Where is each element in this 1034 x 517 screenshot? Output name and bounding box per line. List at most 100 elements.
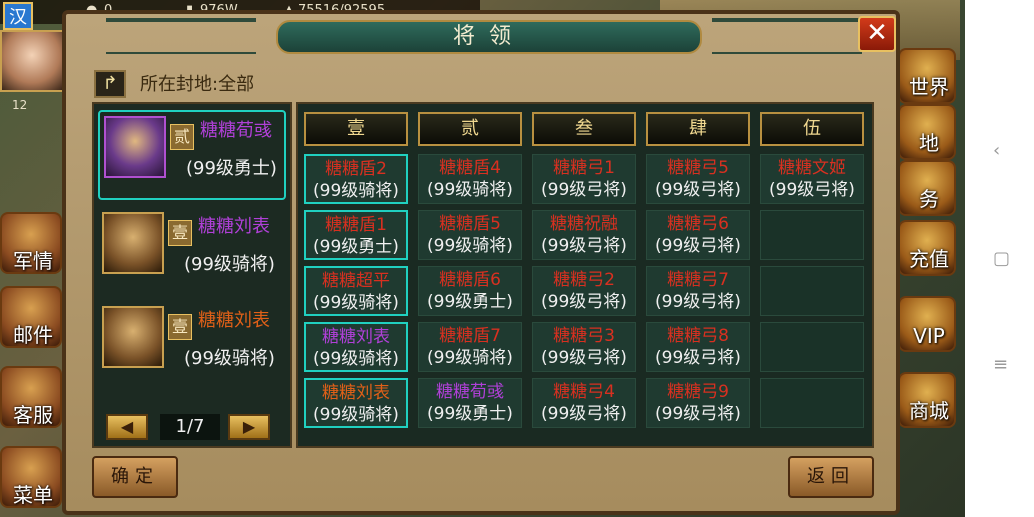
column-header-4: 肆 bbox=[646, 112, 750, 146]
military-info-button[interactable]: 军情 bbox=[0, 212, 62, 274]
recharge-label: 充值 bbox=[909, 247, 949, 271]
shop-button[interactable]: 商城 bbox=[898, 372, 956, 428]
formation-slot[interactable]: 糖糖盾1 (99级勇士) bbox=[304, 210, 408, 260]
player-level: 12 bbox=[12, 98, 28, 112]
formation-slot[interactable]: 糖糖刘表 (99级骑将) bbox=[304, 378, 408, 428]
rank-badge: 壹 bbox=[168, 220, 192, 246]
slot-general-level: (99级弓将) bbox=[541, 180, 627, 200]
fief-filter-label[interactable]: 所在封地:全部 bbox=[140, 70, 254, 96]
slot-general-name: 糖糖超平 bbox=[322, 271, 390, 291]
slot-general-level: (99级弓将) bbox=[541, 292, 627, 312]
page-indicator: 1/7 bbox=[160, 414, 220, 440]
formation-slot[interactable]: 糖糖弓4 (99级弓将) bbox=[532, 378, 636, 428]
formation-slot[interactable]: 糖糖祝融 (99级弓将) bbox=[532, 210, 636, 260]
slot-general-level: (99级勇士) bbox=[313, 237, 399, 257]
general-level: (99级骑将) bbox=[184, 254, 275, 275]
slot-general-name: 糖糖盾4 bbox=[439, 158, 501, 178]
mail-button[interactable]: 邮件 bbox=[0, 286, 62, 348]
formation-slot[interactable]: 糖糖弓7 (99级弓将) bbox=[646, 266, 750, 316]
nav-home-icon[interactable]: ▢ bbox=[993, 248, 1010, 269]
slot-general-level: (99级骑将) bbox=[427, 236, 513, 256]
prev-page-button[interactable]: ◀ bbox=[106, 414, 148, 440]
slot-general-name: 糖糖文姬 bbox=[778, 158, 846, 178]
slot-general-level: (99级弓将) bbox=[655, 236, 741, 256]
title-decoration-left bbox=[106, 18, 256, 54]
dialog-title: 将领 bbox=[276, 20, 702, 54]
formation-slot[interactable]: 糖糖盾7 (99级骑将) bbox=[418, 322, 522, 372]
territory-label: 地 bbox=[919, 131, 939, 155]
quest-label: 务 bbox=[919, 187, 939, 211]
military-info-label: 军情 bbox=[13, 249, 53, 273]
next-page-button[interactable]: ▶ bbox=[228, 414, 270, 440]
slot-general-name: 糖糖弓2 bbox=[553, 270, 615, 290]
formation-slot[interactable]: 糖糖盾5 (99级骑将) bbox=[418, 210, 522, 260]
menu-button[interactable]: 菜单 bbox=[0, 446, 62, 508]
column-header-2: 贰 bbox=[418, 112, 522, 146]
slot-general-name: 糖糖弓4 bbox=[553, 382, 615, 402]
general-portrait bbox=[102, 306, 164, 368]
slot-general-level: (99级勇士) bbox=[427, 404, 513, 424]
recharge-button[interactable]: 充值 bbox=[898, 220, 956, 276]
shop-label: 商城 bbox=[909, 399, 949, 423]
mail-label: 邮件 bbox=[13, 323, 53, 347]
general-level: (99级勇士) bbox=[186, 158, 277, 179]
formation-grid: 壹 贰 叁 肆 伍 糖糖盾2 (99级骑将) 糖糖盾4 (99级骑将) 糖糖弓1 (99级… bbox=[296, 102, 874, 448]
formation-slot[interactable]: 糖糖荀彧 (99级勇士) bbox=[418, 378, 522, 428]
slot-general-name: 糖糖弓9 bbox=[667, 382, 729, 402]
slot-general-name: 糖糖荀彧 bbox=[436, 382, 504, 402]
quest-button[interactable]: 务 bbox=[898, 160, 956, 216]
general-row[interactable]: 壹 糖糖刘表 (99级骑将) bbox=[98, 208, 286, 298]
nav-recents-icon[interactable]: ≡ bbox=[993, 354, 1008, 375]
general-row[interactable]: 壹 糖糖刘表 (99级骑将) bbox=[98, 302, 286, 392]
slot-general-level: (99级骑将) bbox=[313, 293, 399, 313]
formation-slot[interactable]: 糖糖弓9 (99级弓将) bbox=[646, 378, 750, 428]
formation-slot-empty[interactable] bbox=[760, 266, 864, 316]
slot-general-name: 糖糖盾7 bbox=[439, 326, 501, 346]
nav-back-icon[interactable]: ‹ bbox=[993, 140, 1000, 161]
slot-general-name: 糖糖弓5 bbox=[667, 158, 729, 178]
formation-slot[interactable]: 糖糖弓5 (99级弓将) bbox=[646, 154, 750, 204]
slot-general-level: (99级骑将) bbox=[427, 348, 513, 368]
slot-general-level: (99级勇士) bbox=[427, 292, 513, 312]
formation-slot[interactable]: 糖糖弓3 (99级弓将) bbox=[532, 322, 636, 372]
back-arrow-icon[interactable]: ↱ bbox=[94, 70, 126, 98]
formation-slot-empty[interactable] bbox=[760, 378, 864, 428]
world-button[interactable]: 世界 bbox=[898, 48, 956, 104]
column-header-1: 壹 bbox=[304, 112, 408, 146]
slot-general-level: (99级弓将) bbox=[655, 292, 741, 312]
territory-button[interactable]: 地 bbox=[898, 104, 956, 160]
vip-button[interactable]: VIP bbox=[898, 296, 956, 352]
confirm-button[interactable]: 确定 bbox=[92, 456, 178, 498]
formation-slot[interactable]: 糖糖超平 (99级骑将) bbox=[304, 266, 408, 316]
general-name: 糖糖刘表 bbox=[198, 310, 270, 331]
general-portrait bbox=[104, 116, 166, 178]
slot-general-name: 糖糖刘表 bbox=[322, 383, 390, 403]
formation-slot[interactable]: 糖糖弓1 (99级弓将) bbox=[532, 154, 636, 204]
formation-slot-empty[interactable] bbox=[760, 322, 864, 372]
slot-general-level: (99级骑将) bbox=[313, 405, 399, 425]
close-button[interactable]: ✕ bbox=[858, 16, 896, 52]
formation-slot[interactable]: 糖糖弓8 (99级弓将) bbox=[646, 322, 750, 372]
rank-badge: 壹 bbox=[168, 314, 192, 340]
formation-slot-empty[interactable] bbox=[760, 210, 864, 260]
slot-general-name: 糖糖盾5 bbox=[439, 214, 501, 234]
general-name: 糖糖荀彧 bbox=[200, 120, 272, 141]
column-header-3: 叁 bbox=[532, 112, 636, 146]
slot-general-name: 糖糖弓8 bbox=[667, 326, 729, 346]
general-row[interactable]: 贰 糖糖荀彧 (99级勇士) bbox=[98, 110, 286, 200]
customer-service-button[interactable]: 客服 bbox=[0, 366, 62, 428]
slot-general-level: (99级弓将) bbox=[655, 180, 741, 200]
formation-slot[interactable]: 糖糖盾4 (99级骑将) bbox=[418, 154, 522, 204]
formation-slot[interactable]: 糖糖盾2 (99级骑将) bbox=[304, 154, 408, 204]
formation-slot[interactable]: 糖糖盾6 (99级勇士) bbox=[418, 266, 522, 316]
vip-label: VIP bbox=[913, 324, 945, 348]
return-button[interactable]: 返回 bbox=[788, 456, 874, 498]
slot-general-level: (99级骑将) bbox=[313, 181, 399, 201]
general-portrait bbox=[102, 212, 164, 274]
formation-slot[interactable]: 糖糖弓6 (99级弓将) bbox=[646, 210, 750, 260]
player-avatar[interactable] bbox=[0, 30, 64, 92]
formation-slot[interactable]: 糖糖刘表 (99级骑将) bbox=[304, 322, 408, 372]
customer-service-label: 客服 bbox=[13, 403, 53, 427]
formation-slot[interactable]: 糖糖文姬 (99级弓将) bbox=[760, 154, 864, 204]
formation-slot[interactable]: 糖糖弓2 (99级弓将) bbox=[532, 266, 636, 316]
